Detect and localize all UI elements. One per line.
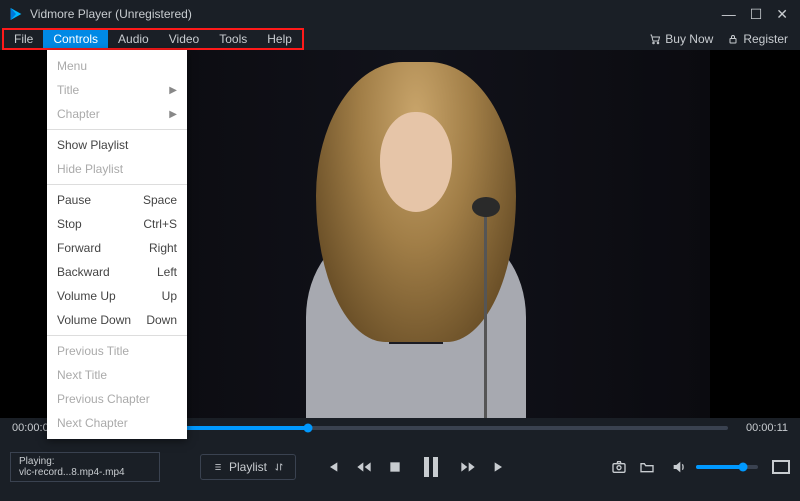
rewind-button[interactable] bbox=[356, 459, 372, 475]
menu-video[interactable]: Video bbox=[159, 30, 209, 48]
fast-forward-button[interactable] bbox=[460, 459, 476, 475]
transport-controls bbox=[324, 454, 508, 480]
menu-controls[interactable]: Controls bbox=[43, 30, 108, 48]
speaker-icon[interactable] bbox=[670, 459, 688, 475]
window-controls: — ☐ ✕ bbox=[722, 7, 792, 21]
menu-audio[interactable]: Audio bbox=[108, 30, 159, 48]
dd-stop[interactable]: StopCtrl+S bbox=[47, 212, 187, 236]
close-button[interactable]: ✕ bbox=[776, 7, 788, 21]
stop-button[interactable] bbox=[388, 460, 402, 474]
seek-thumb[interactable] bbox=[304, 424, 313, 433]
now-playing-label: Playing: bbox=[19, 456, 151, 467]
buy-now-button[interactable]: Buy Now bbox=[649, 32, 713, 46]
now-playing-file: vlc-record...8.mp4-.mp4 bbox=[19, 467, 151, 478]
video-frame bbox=[122, 50, 710, 418]
menu-help[interactable]: Help bbox=[257, 30, 302, 48]
separator bbox=[47, 184, 187, 185]
volume-track[interactable] bbox=[696, 465, 758, 469]
menubar-highlighted-group: File Controls Audio Video Tools Help bbox=[2, 28, 304, 50]
buy-now-label: Buy Now bbox=[665, 32, 713, 46]
prev-track-button[interactable] bbox=[324, 459, 340, 475]
menubar-right: Buy Now Register bbox=[649, 28, 798, 50]
dd-volume-down[interactable]: Volume DownDown bbox=[47, 308, 187, 332]
dd-backward[interactable]: BackwardLeft bbox=[47, 260, 187, 284]
list-icon bbox=[211, 462, 223, 472]
dd-hide-playlist: Hide Playlist bbox=[47, 157, 187, 181]
register-button[interactable]: Register bbox=[727, 32, 788, 46]
dd-title: Title▶ bbox=[47, 78, 187, 102]
dd-show-playlist[interactable]: Show Playlist bbox=[47, 133, 187, 157]
dd-chapter: Chapter▶ bbox=[47, 102, 187, 126]
now-playing-box: Playing: vlc-record...8.mp4-.mp4 bbox=[10, 452, 160, 482]
dd-prev-chapter: Previous Chapter bbox=[47, 387, 187, 411]
menu-file[interactable]: File bbox=[4, 30, 43, 48]
titlebar: Vidmore Player (Unregistered) — ☐ ✕ bbox=[0, 0, 800, 28]
dd-volume-up[interactable]: Volume UpUp bbox=[47, 284, 187, 308]
capture-group bbox=[610, 459, 656, 475]
dd-next-chapter: Next Chapter bbox=[47, 411, 187, 435]
register-label: Register bbox=[743, 32, 788, 46]
lock-icon bbox=[727, 33, 739, 45]
cart-icon bbox=[649, 33, 661, 45]
volume-group bbox=[670, 459, 758, 475]
menubar: File Controls Audio Video Tools Help Buy… bbox=[0, 28, 800, 50]
app-logo-icon bbox=[8, 6, 24, 22]
playlist-label: Playlist bbox=[229, 460, 267, 474]
menu-tools[interactable]: Tools bbox=[209, 30, 257, 48]
dd-pause[interactable]: PauseSpace bbox=[47, 188, 187, 212]
playlist-button[interactable]: Playlist bbox=[200, 454, 296, 480]
dd-menu: Menu bbox=[47, 54, 187, 78]
open-folder-button[interactable] bbox=[638, 459, 656, 475]
window-title: Vidmore Player (Unregistered) bbox=[30, 7, 722, 21]
separator bbox=[47, 335, 187, 336]
separator bbox=[47, 129, 187, 130]
next-track-button[interactable] bbox=[492, 459, 508, 475]
chevron-right-icon: ▶ bbox=[169, 109, 177, 120]
right-controls bbox=[610, 459, 790, 475]
minimize-button[interactable]: — bbox=[722, 7, 736, 21]
chevron-right-icon: ▶ bbox=[169, 85, 177, 96]
dd-prev-title: Previous Title bbox=[47, 339, 187, 363]
maximize-button[interactable]: ☐ bbox=[750, 7, 763, 21]
video-subject bbox=[311, 62, 521, 418]
volume-thumb[interactable] bbox=[738, 463, 747, 472]
snapshot-button[interactable] bbox=[610, 459, 628, 475]
volume-fill bbox=[696, 465, 743, 469]
dd-next-title: Next Title bbox=[47, 363, 187, 387]
controls-dropdown: Menu Title▶ Chapter▶ Show Playlist Hide … bbox=[47, 50, 187, 439]
fullscreen-button[interactable] bbox=[772, 460, 790, 474]
sort-icon bbox=[273, 462, 285, 472]
time-total: 00:00:11 bbox=[738, 422, 788, 434]
pause-button[interactable] bbox=[418, 454, 444, 480]
dd-forward[interactable]: ForwardRight bbox=[47, 236, 187, 260]
controls-bar: Playing: vlc-record...8.mp4-.mp4 Playlis… bbox=[0, 438, 800, 496]
